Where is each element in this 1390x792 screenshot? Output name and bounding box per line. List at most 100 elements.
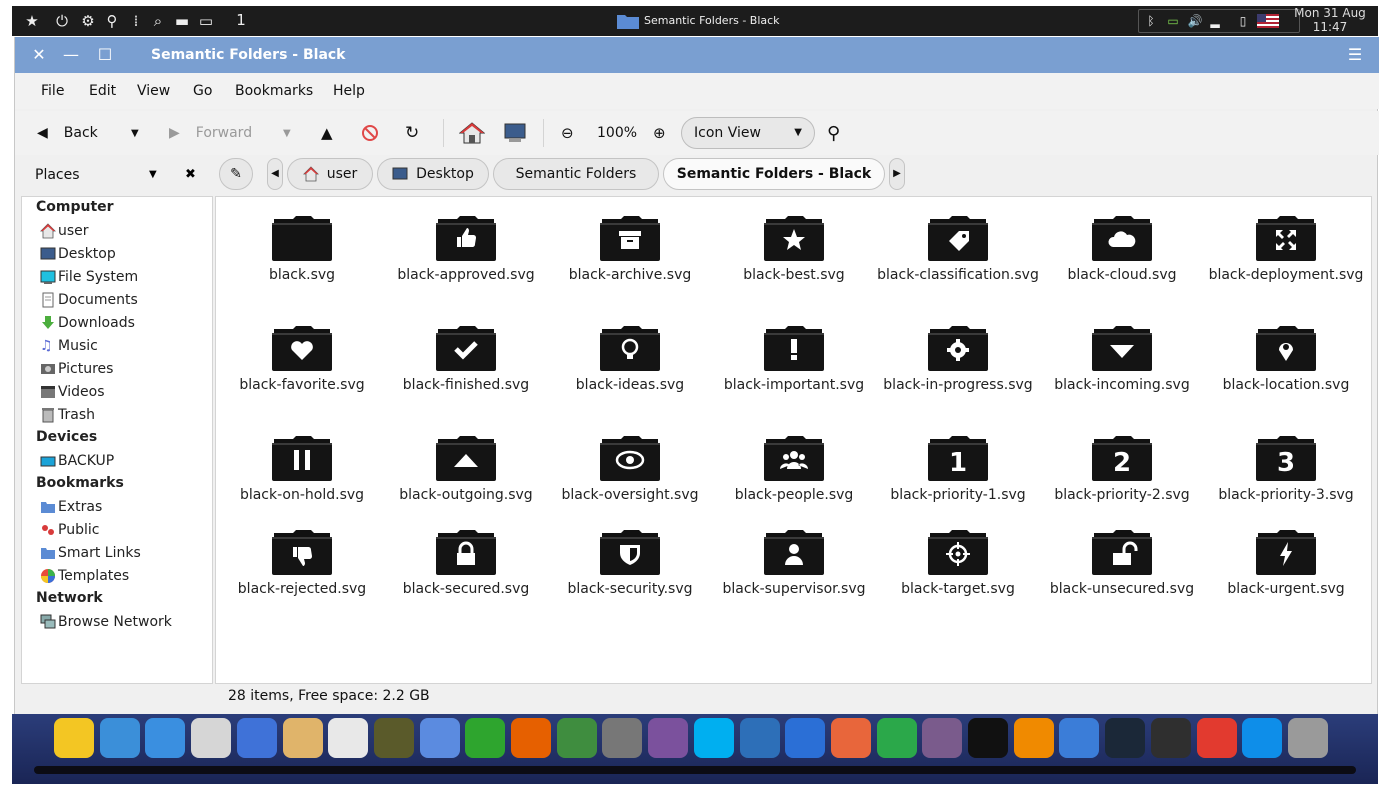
sidebar-item-videos[interactable]: Videos	[40, 381, 105, 403]
forward-history-dropdown[interactable]: ▼	[283, 111, 291, 155]
vlc-icon[interactable]	[1014, 718, 1054, 758]
zoom-out-icon[interactable]: ⊖	[561, 111, 574, 155]
spreadsheet-icon[interactable]	[877, 718, 917, 758]
file-item[interactable]: black-important.svg	[712, 323, 876, 394]
breadcrumb-user[interactable]: user	[287, 158, 373, 190]
file-item[interactable]: black-people.svg	[712, 433, 876, 504]
file-item[interactable]: black-classification.svg	[876, 213, 1040, 284]
minimize-icon[interactable]: —	[61, 45, 81, 65]
file-item[interactable]: black-in-progress.svg	[876, 323, 1040, 394]
file-item[interactable]: black-urgent.svg	[1204, 527, 1368, 598]
title-bar[interactable]: ✕ — ☐ Semantic Folders - Black ☰	[15, 37, 1379, 73]
sidebar-item-pictures[interactable]: Pictures	[40, 358, 113, 380]
breadcrumb-semantic-folders-black[interactable]: Semantic Folders - Black	[663, 158, 885, 190]
teamviewer-icon[interactable]	[1242, 718, 1282, 758]
bluetooth-icon[interactable]: ᛒ	[1143, 13, 1159, 29]
window-icon[interactable]	[145, 718, 185, 758]
file-item[interactable]: black-cloud.svg	[1040, 213, 1204, 284]
presentation-icon[interactable]	[831, 718, 871, 758]
file-item[interactable]: black-on-hold.svg	[220, 433, 384, 504]
clipboard-icon[interactable]: ▯	[1235, 13, 1251, 29]
breadcrumb-semantic-folders[interactable]: Semantic Folders	[493, 158, 659, 190]
dots-icon[interactable]	[100, 718, 140, 758]
battery-charging-icon[interactable]: ▭	[1165, 13, 1181, 29]
file-item[interactable]: 3 black-priority-3.svg	[1204, 433, 1368, 504]
store-icon[interactable]	[328, 718, 368, 758]
file-item[interactable]: black-incoming.svg	[1040, 323, 1204, 394]
hamburger-menu-icon[interactable]: ☰	[1345, 45, 1365, 65]
computer-icon[interactable]	[503, 111, 527, 155]
menu-go[interactable]: Go	[193, 73, 212, 109]
star-icon[interactable]	[54, 718, 94, 758]
file-item[interactable]: black-oversight.svg	[548, 433, 712, 504]
qbittorrent-icon[interactable]	[1059, 718, 1099, 758]
file-item[interactable]: 1 black-priority-1.svg	[876, 433, 1040, 504]
search-icon[interactable]: ⌕	[148, 11, 168, 31]
cabinet-icon[interactable]	[191, 718, 231, 758]
zoom-in-icon[interactable]: ⊕	[653, 111, 666, 155]
sidebar-item-smart-links[interactable]: Smart Links	[40, 542, 141, 564]
search-icon[interactable]: ⚲	[827, 111, 840, 155]
file-item[interactable]: black-ideas.svg	[548, 323, 712, 394]
binoculars-icon[interactable]: ⚲	[102, 11, 122, 31]
skype-icon[interactable]	[694, 718, 734, 758]
file-item[interactable]: black-unsecured.svg	[1040, 527, 1204, 598]
sidebar-item-templates[interactable]: Templates	[40, 565, 129, 587]
file-item[interactable]: black.svg	[220, 213, 384, 284]
plane-icon[interactable]	[420, 718, 460, 758]
places-dropdown-icon[interactable]: ▼	[149, 155, 157, 195]
binoculars-icon[interactable]	[374, 718, 414, 758]
file-item[interactable]: black-target.svg	[876, 527, 1040, 598]
chrome-icon[interactable]	[557, 718, 597, 758]
menu-help[interactable]: Help	[333, 73, 365, 109]
favorites-star-icon[interactable]: ★	[22, 11, 42, 31]
file-item[interactable]: black-outgoing.svg	[384, 433, 548, 504]
sidebar-item-user[interactable]: user	[40, 220, 89, 242]
mail-icon[interactable]	[740, 718, 780, 758]
back-button[interactable]: ◀ Back	[37, 111, 98, 155]
settings-toggle-icon[interactable]: ⚙	[78, 11, 98, 31]
maximize-icon[interactable]: ☐	[95, 45, 115, 65]
folder-icon[interactable]: ▬	[172, 11, 192, 31]
anydesk-icon[interactable]	[1197, 718, 1237, 758]
signal-icon[interactable]: ▂	[1207, 13, 1223, 29]
earth-pro-icon[interactable]	[602, 718, 642, 758]
sidebar-item-music[interactable]: ♫ Music	[40, 335, 98, 357]
back-history-dropdown[interactable]: ▼	[131, 111, 139, 155]
file-item[interactable]: black-secured.svg	[384, 527, 548, 598]
amazon-icon[interactable]	[968, 718, 1008, 758]
apps-grid-icon[interactable]: ⁞	[126, 11, 146, 31]
sidebar-item-public[interactable]: Public	[40, 519, 99, 541]
trashcan-icon[interactable]	[1288, 718, 1328, 758]
palette-icon[interactable]	[283, 718, 323, 758]
power-icon[interactable]: ⏻	[52, 11, 72, 31]
edit-location-button[interactable]: ✎	[219, 158, 253, 190]
sidebar-item-documents[interactable]: Documents	[40, 289, 138, 311]
sidebar-item-extras[interactable]: Extras	[40, 496, 102, 518]
file-item[interactable]: black-best.svg	[712, 213, 876, 284]
up-arrow-icon[interactable]: ▲	[321, 111, 333, 155]
path-scroll-right[interactable]: ▶	[889, 158, 905, 190]
toggle-icon[interactable]	[237, 718, 277, 758]
file-item[interactable]: black-rejected.svg	[220, 527, 384, 598]
close-icon[interactable]: ✕	[29, 45, 49, 65]
menu-file[interactable]: File	[41, 73, 64, 109]
home-icon[interactable]	[459, 111, 485, 155]
firefox-icon[interactable]	[511, 718, 551, 758]
reload-icon[interactable]: ↻	[405, 111, 419, 155]
backup-icon[interactable]	[1151, 718, 1191, 758]
menu-bookmarks[interactable]: Bookmarks	[235, 73, 313, 109]
clock[interactable]: Mon 31 Aug 11:47	[1282, 6, 1378, 34]
file-item[interactable]: black-approved.svg	[384, 213, 548, 284]
file-item[interactable]: black-archive.svg	[548, 213, 712, 284]
workspace-switcher[interactable]: 1	[230, 6, 252, 36]
stop-icon[interactable]	[361, 111, 379, 155]
pipe-icon[interactable]	[465, 718, 505, 758]
forward-button[interactable]: ▶ Forward	[169, 111, 252, 155]
sidebar-item-desktop[interactable]: Desktop	[40, 243, 116, 265]
file-item[interactable]: black-location.svg	[1204, 323, 1368, 394]
sidebar-item-backup[interactable]: BACKUP	[40, 450, 114, 472]
show-desktop-icon[interactable]: ▭	[196, 11, 216, 31]
breadcrumb-desktop[interactable]: Desktop	[377, 158, 489, 190]
webcam-icon[interactable]	[922, 718, 962, 758]
